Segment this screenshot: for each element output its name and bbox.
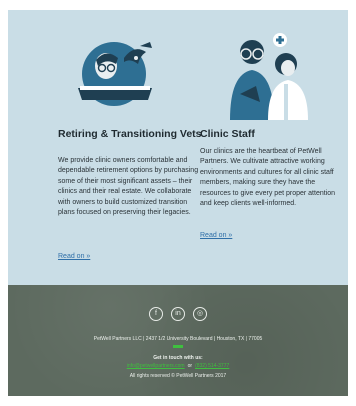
content-panel: Retiring & Transitioning Vets We provide… <box>8 10 348 285</box>
get-in-touch-heading: Get in touch with us: <box>153 355 203 361</box>
column-title: Retiring & Transitioning Vets <box>58 128 202 140</box>
contact-row: info@petwellpartners.com or (832) 514-37… <box>8 363 348 370</box>
clinic-owner-with-dog-icon <box>78 42 152 106</box>
footer: f in ◎ PetWell Partners LLC | 2437 1/2 U… <box>8 285 348 396</box>
phone-link[interactable]: (832) 514-3777 <box>195 363 229 370</box>
social-links: f in ◎ <box>8 307 348 323</box>
accent-mark <box>173 345 183 348</box>
copyright-text: All rights reserved © PetWell Partners 2… <box>129 373 227 379</box>
contact-separator: or <box>187 363 193 369</box>
facebook-icon[interactable]: f <box>149 307 163 321</box>
linkedin-icon[interactable]: in <box>171 307 185 321</box>
email-link[interactable]: info@petwellpartners.com <box>127 363 185 370</box>
column-body: We provide clinic owners comfortable and… <box>58 157 199 217</box>
company-address: PetWell Partners LLC | 2437 1/2 Universi… <box>93 336 263 342</box>
read-on-link[interactable]: Read on » <box>58 253 90 260</box>
clinic-staff-icon <box>230 33 308 120</box>
instagram-icon[interactable]: ◎ <box>193 307 207 321</box>
read-on-link[interactable]: Read on » <box>200 232 232 239</box>
top-margin <box>0 0 356 10</box>
column-body: Our clinics are the heartbeat of PetWell… <box>200 148 336 208</box>
column-title: Clinic Staff <box>200 128 255 140</box>
email-page: Retiring & Transitioning Vets We provide… <box>0 0 356 406</box>
